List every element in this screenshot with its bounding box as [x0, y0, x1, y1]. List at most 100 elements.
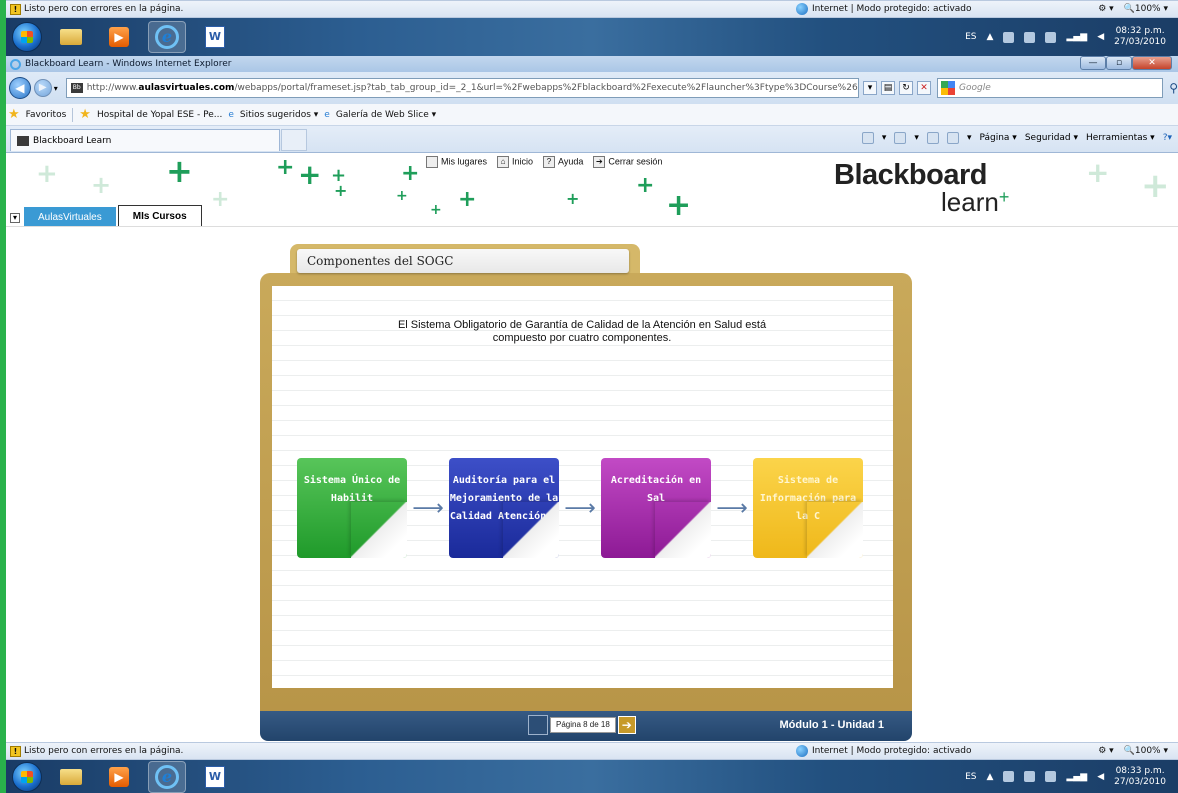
start-button[interactable] [12, 761, 42, 792]
tab-title: Blackboard Learn [33, 135, 112, 146]
new-tab-button[interactable] [281, 129, 307, 151]
my-places-label: Mis lugares [441, 156, 488, 167]
clock[interactable]: 08:33 p.m. 27/03/2010 [1114, 766, 1166, 788]
favorite-link-suggested[interactable]: Sitios sugeridos ▾ [240, 110, 318, 120]
protected-mode-icon: ⚙ ▾ [1098, 746, 1114, 756]
tab-bar: Blackboard Learn ▾ ▾ ▾ Página ▾ Segurida… [6, 126, 1178, 153]
taskbar-internet-explorer[interactable]: e [148, 760, 186, 793]
logout-link[interactable]: ➔ Cerrar sesión [593, 156, 662, 168]
browser-tab[interactable]: Blackboard Learn [10, 129, 280, 151]
warning-icon[interactable]: ! [10, 745, 21, 757]
tray-app-icon[interactable] [1003, 771, 1015, 782]
decor-plus-icon: + [276, 155, 295, 180]
status-bar-top: ! Listo pero con errores en la página. I… [6, 0, 1178, 18]
volume-icon[interactable]: ◀ [1097, 772, 1104, 782]
refresh-icon[interactable]: ↻ [899, 81, 914, 95]
compatibility-view-icon[interactable]: ▤ [881, 81, 896, 95]
clock[interactable]: 08:32 p.m. 27/03/2010 [1114, 26, 1166, 48]
warning-icon[interactable]: ! [10, 3, 21, 15]
language-indicator[interactable]: ES [965, 772, 976, 782]
zone-text: Internet | Modo protegido: activado [812, 4, 972, 14]
home-icon: ⌂ [497, 156, 510, 168]
decor-plus-icon: + [1141, 166, 1170, 206]
action-center-icon[interactable] [1024, 31, 1036, 43]
system-tray: ES ▲ ▂▄▆ ◀ 08:33 p.m. 27/03/2010 [965, 766, 1166, 788]
tab-aulas-virtuales[interactable]: AulasVirtuales [24, 207, 116, 226]
close-button[interactable]: ✕ [1132, 56, 1172, 70]
network-icon[interactable] [1045, 771, 1057, 782]
taskbar-word[interactable]: W [196, 761, 234, 793]
zoom-control[interactable]: ⚙ ▾ 🔍100% ▾ [1098, 4, 1168, 14]
tools-menu[interactable]: Herramientas ▾ [1086, 133, 1155, 143]
search-icon[interactable]: ⚲ [1169, 81, 1178, 95]
taskbar-word[interactable]: W [196, 21, 234, 53]
taskbar-explorer[interactable] [52, 21, 90, 53]
action-center-icon[interactable] [1024, 771, 1036, 782]
module-label: Módulo 1 - Unidad 1 [779, 719, 885, 731]
recent-pages-dropdown[interactable]: ▾ [54, 84, 58, 93]
favorites-button[interactable]: Favoritos [26, 110, 67, 120]
feeds-dropdown[interactable]: ▾ [914, 133, 919, 143]
show-hidden-icons[interactable]: ▲ [987, 772, 994, 782]
component-sistema-informacion[interactable]: Sistema de Información para la C [753, 458, 863, 558]
feeds-icon[interactable] [894, 132, 907, 144]
network-icon[interactable] [1045, 31, 1057, 43]
mail-icon[interactable] [926, 132, 939, 144]
help-link[interactable]: ? Ayuda [543, 156, 583, 168]
arrow-right-icon: ⟶ [564, 495, 596, 521]
signal-icon[interactable]: ▂▄▆ [1066, 32, 1087, 42]
favorite-link-hospital[interactable]: Hospital de Yopal ESE - Pe... [97, 110, 222, 120]
page-menu[interactable]: Página ▾ [979, 133, 1016, 143]
logout-label: Cerrar sesión [608, 156, 663, 167]
search-input[interactable]: Google [937, 78, 1164, 98]
expand-icon[interactable]: ▾ [10, 213, 20, 223]
taskbar-explorer[interactable] [52, 761, 90, 793]
tab-mis-cursos[interactable]: MIs Cursos [117, 205, 202, 226]
address-tools: ▾ ▤ ↻ ✕ [863, 81, 932, 95]
start-button[interactable] [12, 22, 42, 52]
taskbar-media-player[interactable]: ▶ [100, 761, 138, 793]
url-prefix: http://www. [86, 83, 139, 93]
component-acreditacion[interactable]: Acreditación en Sal [601, 458, 711, 558]
decor-plus-icon: + [396, 188, 408, 204]
lined-paper: El Sistema Obligatorio de Garantía de Ca… [272, 286, 893, 688]
clock-time: 08:33 p.m. [1115, 765, 1165, 776]
maximize-button[interactable]: ▫ [1106, 56, 1132, 70]
intro-text: El Sistema Obligatorio de Garantía de Ca… [397, 319, 767, 344]
my-places-link[interactable]: Mis lugares [426, 156, 487, 168]
tray-app-icon[interactable] [1003, 31, 1015, 43]
plus-logo-icon: + [998, 187, 1010, 207]
logout-icon: ➔ [593, 156, 606, 168]
add-favorite-icon[interactable]: ★ [79, 107, 91, 122]
previous-page-button[interactable] [528, 715, 548, 735]
security-zone[interactable]: Internet | Modo protegido: activado [796, 3, 972, 15]
navigation-bar: ◀ ▶ ▾ Bb http://www. aulasvirtuales.com/w… [6, 72, 1178, 104]
security-zone[interactable]: Internet | Modo protegido: activado [796, 745, 972, 757]
favorite-link-webslice[interactable]: Galería de Web Slice ▾ [336, 110, 436, 120]
volume-icon[interactable]: ◀ [1097, 32, 1104, 42]
security-menu[interactable]: Seguridad ▾ [1025, 133, 1078, 143]
print-dropdown[interactable]: ▾ [967, 133, 972, 143]
minimize-button[interactable]: — [1080, 56, 1106, 70]
help-icon[interactable]: ?▾ [1163, 133, 1172, 143]
taskbar-media-player[interactable]: ▶ [100, 21, 138, 53]
home-link[interactable]: ⌂ Inicio [497, 156, 533, 168]
signal-icon[interactable]: ▂▄▆ [1066, 772, 1087, 782]
next-page-button[interactable]: ➔ [617, 716, 636, 734]
show-hidden-icons[interactable]: ▲ [987, 32, 994, 42]
address-dropdown[interactable]: ▾ [863, 81, 878, 95]
print-icon[interactable] [946, 132, 959, 144]
component-habilitacion[interactable]: Sistema Único de Habilit [297, 458, 407, 558]
zoom-control[interactable]: ⚙ ▾ 🔍100% ▾ [1098, 746, 1168, 756]
taskbar-internet-explorer[interactable]: e [148, 21, 186, 53]
address-input[interactable]: Bb http://www. aulasvirtuales.com/webapps… [65, 78, 860, 98]
ie-icon [10, 58, 21, 70]
stop-icon[interactable]: ✕ [917, 81, 932, 95]
forward-button[interactable]: ▶ [33, 79, 52, 97]
language-indicator[interactable]: ES [965, 32, 976, 42]
home-icon[interactable] [861, 132, 874, 144]
home-dropdown[interactable]: ▾ [882, 133, 887, 143]
component-auditoria[interactable]: Auditoría para el Mejoramiento de la Cal… [449, 458, 559, 558]
back-button[interactable]: ◀ [9, 77, 31, 99]
blackboard-header: + + + + + + + + + + + + + + + + + Mis lu… [6, 153, 1178, 227]
